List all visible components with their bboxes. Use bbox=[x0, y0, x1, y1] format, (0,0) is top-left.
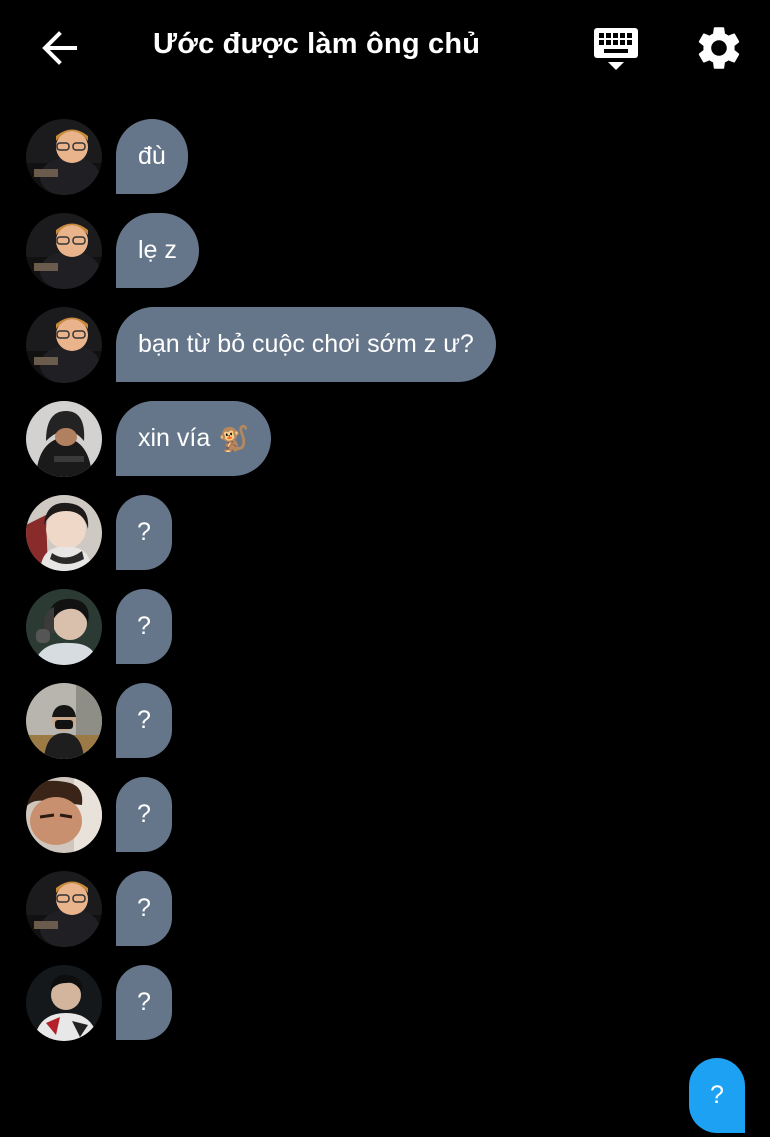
message-text: ? bbox=[137, 988, 151, 1016]
message-bubble[interactable]: ? bbox=[116, 965, 172, 1040]
message-bubble[interactable]: ? bbox=[116, 683, 172, 758]
message-row: đù bbox=[26, 118, 188, 195]
avatar[interactable] bbox=[26, 400, 102, 477]
keyboard-icon bbox=[594, 28, 638, 70]
keyboard-button[interactable] bbox=[590, 24, 642, 76]
message-row: ? bbox=[26, 964, 172, 1041]
message-text: lẹ z bbox=[138, 236, 177, 264]
avatar[interactable] bbox=[26, 212, 102, 289]
message-bubble[interactable]: xin vía 🐒 bbox=[116, 401, 272, 476]
message-row: bạn từ bỏ cuộc chơi sớm z ư? bbox=[26, 306, 496, 383]
chat-header: Ước được làm ông chủ bbox=[0, 0, 770, 96]
outgoing-message-text: ? bbox=[710, 1081, 724, 1109]
back-button[interactable] bbox=[36, 26, 82, 70]
message-text: xin vía bbox=[138, 424, 211, 452]
message-text: ? bbox=[137, 706, 151, 734]
avatar[interactable] bbox=[26, 776, 102, 853]
message-text: ? bbox=[137, 518, 151, 546]
message-row: ? bbox=[26, 776, 172, 853]
message-bubble[interactable]: đù bbox=[116, 119, 188, 194]
message-row: ? bbox=[26, 870, 172, 947]
avatar[interactable] bbox=[26, 588, 102, 665]
message-text: ? bbox=[137, 612, 151, 640]
settings-button[interactable] bbox=[693, 22, 745, 74]
message-bubble[interactable]: ? bbox=[116, 495, 172, 570]
message-bubble[interactable]: ? bbox=[116, 871, 172, 946]
avatar[interactable] bbox=[26, 118, 102, 195]
message-bubble[interactable]: lẹ z bbox=[116, 213, 199, 288]
message-row: xin vía 🐒 bbox=[26, 400, 272, 477]
avatar[interactable] bbox=[26, 494, 102, 571]
avatar[interactable] bbox=[26, 682, 102, 759]
chat-title: Ước được làm ông chủ bbox=[153, 28, 481, 60]
arrow-left-icon bbox=[42, 31, 77, 65]
monkey-emoji: 🐒 bbox=[218, 423, 250, 453]
message-row: ? bbox=[26, 588, 172, 665]
message-bubble[interactable]: ? bbox=[116, 777, 172, 852]
message-row: lẹ z bbox=[26, 212, 199, 289]
message-text: ? bbox=[137, 800, 151, 828]
gear-icon bbox=[698, 27, 740, 69]
outgoing-message-bubble[interactable]: ? bbox=[689, 1058, 745, 1133]
message-text: bạn từ bỏ cuộc chơi sớm z ư? bbox=[138, 330, 474, 358]
message-row: ? bbox=[26, 494, 172, 571]
message-row: ? bbox=[26, 682, 172, 759]
avatar[interactable] bbox=[26, 964, 102, 1041]
message-bubble[interactable]: bạn từ bỏ cuộc chơi sớm z ư? bbox=[116, 307, 496, 382]
avatar[interactable] bbox=[26, 870, 102, 947]
message-text: đù bbox=[138, 142, 166, 170]
message-text: ? bbox=[137, 894, 151, 922]
message-bubble[interactable]: ? bbox=[116, 589, 172, 664]
avatar[interactable] bbox=[26, 306, 102, 383]
